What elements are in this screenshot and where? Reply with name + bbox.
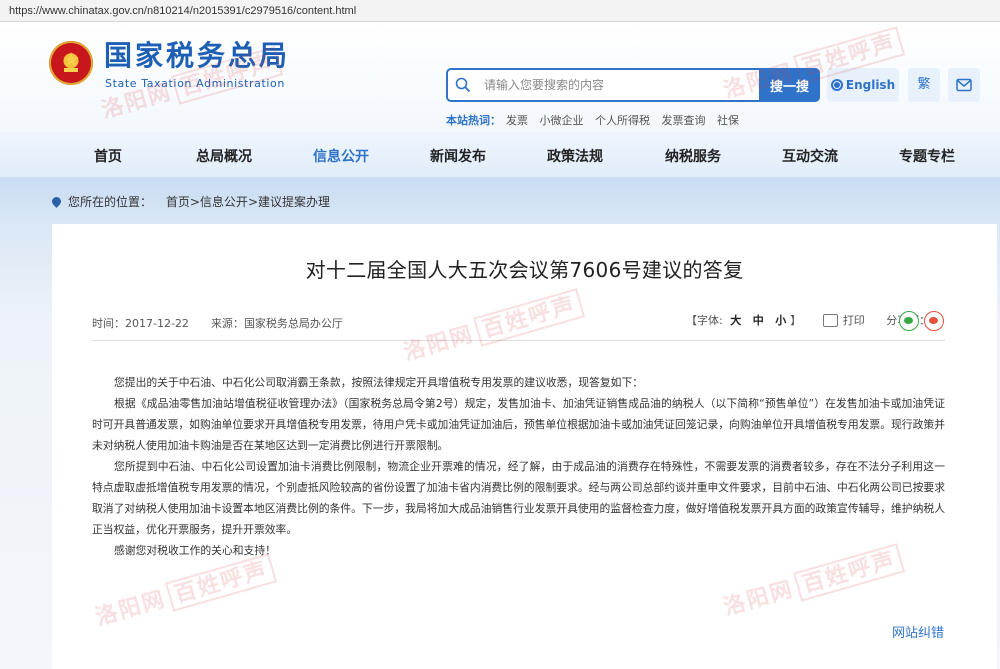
nav-item-home[interactable]: 首页 [94,146,122,166]
time-label: 时间： [92,317,125,330]
article-paragraph: 您所提到中石油、中石化公司设置加油卡消费比例限制，物流企业开票难的情况，经了解，… [92,460,945,536]
nav-item-overview[interactable]: 总局概况 [196,146,252,166]
article-title: 对十二届全国人大五次会议第7606号建议的答复 [305,258,744,282]
wechat-share-icon[interactable] [899,311,919,331]
site-logo-english: State Taxation Administration [105,77,285,90]
article-paragraph: 根据《成品油零售加油站增值税征收管理办法》（国家税务总局令第2号）规定，发售加油… [92,397,945,452]
site-logo-text[interactable]: 国家税务总局 [104,39,290,73]
national-emblem-icon[interactable] [49,41,93,85]
source-label: 来源： [210,317,244,330]
traditional-chinese-button[interactable]: 繁 [908,68,940,102]
article-tools: 【字体: 大 中 小】 打印 分享到： [686,312,930,332]
font-size-close: 】 [790,314,802,327]
breadcrumb-prefix: 您所在的位置： [68,195,153,209]
mail-icon [956,78,972,92]
hot-words-label: 本站热词： [446,114,501,127]
weibo-share-icon[interactable] [924,311,944,331]
article-body: 您提出的关于中石油、中石化公司取消霸王条款，按照法律规定开具增值税专用发票的建议… [92,372,945,561]
print-button[interactable]: 打印 [843,314,865,327]
nav-item-policy[interactable]: 政策法规 [547,146,603,166]
article-meta: 时间：2017-12-22 来源：国家税务总局办公厅 [92,315,343,331]
address-bar[interactable]: https://www.chinatax.gov.cn/n810214/n201… [0,0,1000,22]
article-paragraph: 您提出的关于中石油、中石化公司取消霸王条款，按照法律规定开具增值税专用发票的建议… [114,376,644,389]
location-pin-icon [50,195,63,208]
print-icon[interactable] [822,314,838,327]
article-source: 国家税务总局办公厅 [243,317,343,330]
breadcrumb-proposals[interactable]: 建议提案办理 [258,195,330,209]
search-icon [455,77,471,93]
font-size-small[interactable]: 小 [775,314,786,327]
hot-word-link[interactable]: 社保 [717,114,739,127]
breadcrumb: 您所在的位置： 首页>信息公开>建议提案办理 [50,193,330,210]
breadcrumb-info-disclosure[interactable]: 信息公开 [200,195,248,209]
breadcrumb-separator: > [189,195,200,209]
nav-item-tax-service[interactable]: 纳税服务 [665,146,721,166]
breadcrumb-separator: > [247,195,258,209]
font-size-large[interactable]: 大 [730,314,741,327]
hot-word-link[interactable]: 小微企业 [540,114,584,127]
mail-button[interactable] [948,68,980,102]
search-input[interactable] [484,72,754,98]
hot-word-link[interactable]: 个人所得税 [595,114,650,127]
english-label: English [845,78,896,92]
globe-icon [830,79,843,91]
main-nav: 首页 总局概况 信息公开 新闻发布 政策法规 纳税服务 互动交流 专题专栏 [0,132,1000,178]
nav-item-topics[interactable]: 专题专栏 [899,146,955,166]
font-size-label: 【字体: [686,314,723,327]
nav-item-info-disclosure[interactable]: 信息公开 [313,146,369,166]
hot-word-link[interactable]: 发票 [506,114,528,127]
publish-date: 2017-12-22 [125,317,189,330]
hot-words-list: 发票 小微企业 个人所得税 发票查询 社保 [506,112,747,128]
nav-item-interaction[interactable]: 互动交流 [782,146,838,166]
article-paragraph: 感谢您对税收工作的关心和支持！ [114,544,276,557]
nav-item-news[interactable]: 新闻发布 [430,146,486,166]
font-size-medium[interactable]: 中 [753,314,764,327]
site-correction-link[interactable]: 网站纠错 [892,622,944,641]
breadcrumb-home[interactable]: 首页 [166,195,190,209]
search-button[interactable]: 搜一搜 [759,68,820,102]
hot-word-link[interactable]: 发票查询 [662,114,706,127]
english-button[interactable]: English [827,68,899,102]
meta-divider [92,340,945,341]
